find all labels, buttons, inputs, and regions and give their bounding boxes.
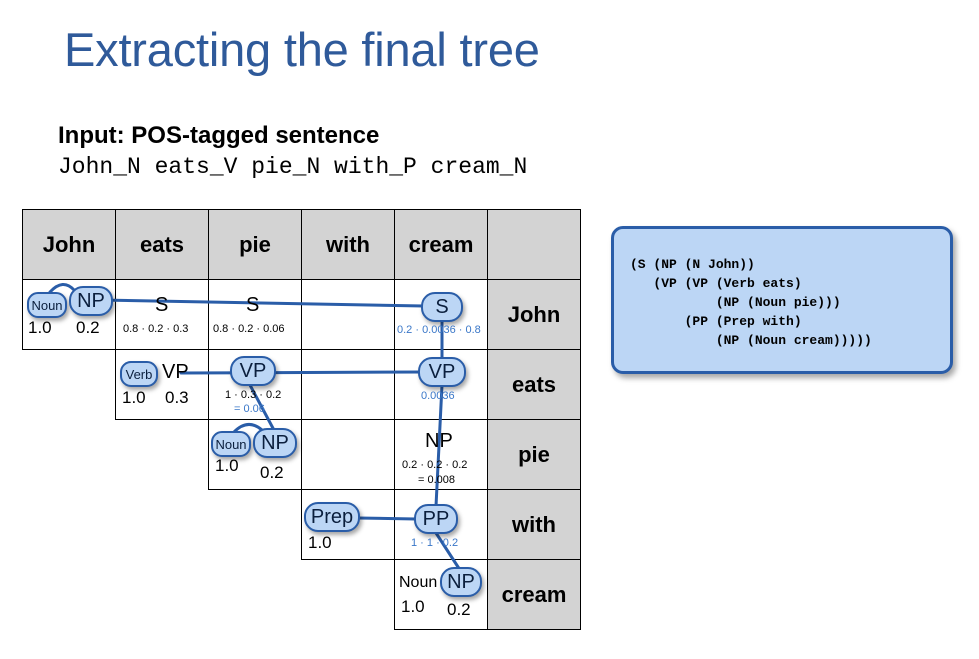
- s-label-r0c2: S: [246, 294, 260, 316]
- noun-node-john: Noun: [27, 292, 67, 318]
- prob-verb-eats: 1.0: [122, 388, 146, 407]
- parse-line-2: (VP (VP (Verb eats): [630, 276, 802, 291]
- np-node-cream: NP: [440, 567, 482, 597]
- vp-label-eats: VP: [162, 361, 189, 383]
- prob-vp-r1c2-calc: 1 · 0.3 · 0.2: [225, 389, 282, 401]
- prob-s-r0c2: 0.8 · 0.2 · 0.06: [213, 323, 285, 335]
- backpointer-vp-vp: [179, 370, 427, 375]
- s-node-final: S: [421, 292, 463, 322]
- noun-label-cream: Noun: [399, 574, 438, 591]
- prep-node-with: Prep: [304, 502, 360, 532]
- prob-np-r2c4-calc: 0.2 · 0.2 · 0.2: [402, 459, 468, 471]
- prob-noun-pie: 1.0: [215, 456, 239, 475]
- verb-node-eats: Verb: [120, 361, 158, 387]
- prob-np-r2c4-result: = 0.008: [418, 474, 456, 486]
- prob-noun-cream: 1.0: [401, 597, 425, 616]
- pp-node: PP: [414, 504, 458, 534]
- parse-line-5: (NP (Noun cream))))): [630, 333, 872, 348]
- np-node-john: NP: [69, 286, 113, 316]
- prob-np-john: 0.2: [76, 318, 100, 337]
- parse-line-1: (S (NP (N John)): [630, 257, 755, 272]
- prob-pp: 1 · 1 · 0.2: [411, 537, 459, 549]
- parse-line-3: (NP (Noun pie))): [630, 295, 841, 310]
- prob-s-final: 0.2 · 0.0036 · 0.8: [397, 324, 481, 336]
- parse-line-4: (PP (Prep with): [630, 314, 802, 329]
- prob-prep-with: 1.0: [308, 533, 332, 552]
- prob-s-r0c1: 0.8 · 0.2 · 0.3: [123, 323, 189, 335]
- prob-vp-eats: 0.3: [165, 388, 189, 407]
- np-label-r2c4: NP: [425, 430, 453, 452]
- backpointer-pp-prep: [356, 516, 418, 521]
- s-label-r0c1: S: [155, 294, 169, 316]
- prob-np-cream: 0.2: [447, 600, 471, 619]
- noun-node-pie: Noun: [211, 431, 251, 457]
- np-node-pie: NP: [253, 428, 297, 458]
- vp-node-r1c4: VP: [418, 357, 466, 387]
- prob-noun-john: 1.0: [28, 318, 52, 337]
- parse-tree-box: (S (NP (N John)) (VP (VP (Verb eats) (NP…: [611, 226, 953, 374]
- vp-node-r1c2: VP: [230, 356, 276, 386]
- prob-np-pie: 0.2: [260, 463, 284, 482]
- backpointer-np-noun-john: [48, 283, 76, 294]
- prob-vp-r1c2-result: = 0.06: [234, 403, 265, 415]
- backpointer-s-np: [98, 298, 426, 308]
- prob-vp-r1c4: 0.0036: [421, 390, 455, 402]
